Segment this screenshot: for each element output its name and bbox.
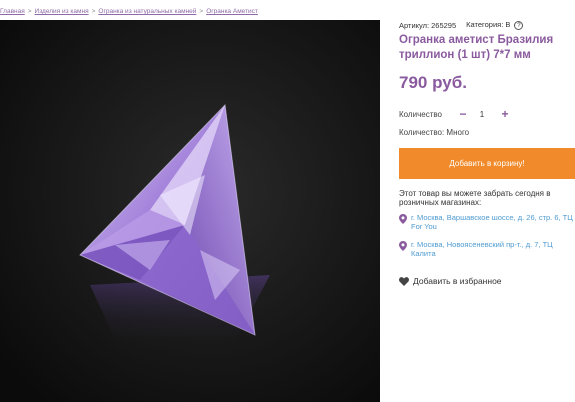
store-item[interactable]: г. Москва, Новоясеневский пр-т., д. 7, Т…	[399, 240, 575, 258]
heart-icon	[399, 276, 409, 286]
location-pin-icon	[399, 241, 407, 251]
store-address[interactable]: г. Москва, Варшавское шоссе, д. 26, стр.…	[411, 213, 575, 231]
store-address[interactable]: г. Москва, Новоясеневский пр-т., д. 7, Т…	[411, 240, 575, 258]
breadcrumb-amethyst[interactable]: Огранка Аметист	[206, 8, 258, 15]
product-info: Артикул: 265295 Категория: B? Огранка ам…	[399, 20, 575, 286]
store-item[interactable]: г. Москва, Варшавское шоссе, д. 26, стр.…	[399, 213, 575, 231]
add-to-cart-button[interactable]: Добавить в корзину!	[399, 148, 575, 179]
breadcrumb-home[interactable]: Главная	[0, 8, 25, 15]
breadcrumb-natural-cuts[interactable]: Огранка из натуральных камней	[98, 8, 196, 15]
product-title: Огранка аметист Бразилия триллион (1 шт)…	[399, 34, 554, 61]
stock-status: Количество: Много	[399, 128, 470, 137]
product-meta: Артикул: 265295 Категория: B?	[399, 19, 575, 31]
favorites-label[interactable]: Добавить в избранное	[413, 276, 502, 286]
quantity-increase-button[interactable]: +	[497, 107, 513, 121]
help-icon[interactable]: ?	[514, 21, 524, 31]
pickup-note: Этот товар вы можете забрать сегодня в р…	[399, 189, 551, 207]
add-to-favorites[interactable]: Добавить в избранное	[399, 276, 575, 286]
quantity-label: Количество	[399, 109, 442, 119]
breadcrumb-stone-products[interactable]: Изделия из камня	[35, 8, 89, 15]
breadcrumb-separator: >	[91, 8, 96, 15]
category-label: Категория: B?	[466, 19, 524, 31]
breadcrumb-separator: >	[199, 8, 204, 15]
breadcrumb: Главная > Изделия из камня > Огранка из …	[0, 8, 258, 15]
amethyst-gem-image	[0, 20, 380, 402]
breadcrumb-separator: >	[27, 8, 32, 15]
quantity-decrease-button[interactable]: −	[455, 107, 471, 121]
product-photo[interactable]	[0, 20, 380, 402]
category-text: Категория: B	[466, 19, 511, 29]
product-price: 790 руб.	[399, 73, 467, 92]
location-pin-icon	[399, 214, 407, 224]
quantity-value[interactable]: 1	[471, 110, 493, 119]
sku-label: Артикул: 265295	[399, 20, 457, 30]
quantity-stepper: Количество − 1 +	[399, 107, 575, 121]
